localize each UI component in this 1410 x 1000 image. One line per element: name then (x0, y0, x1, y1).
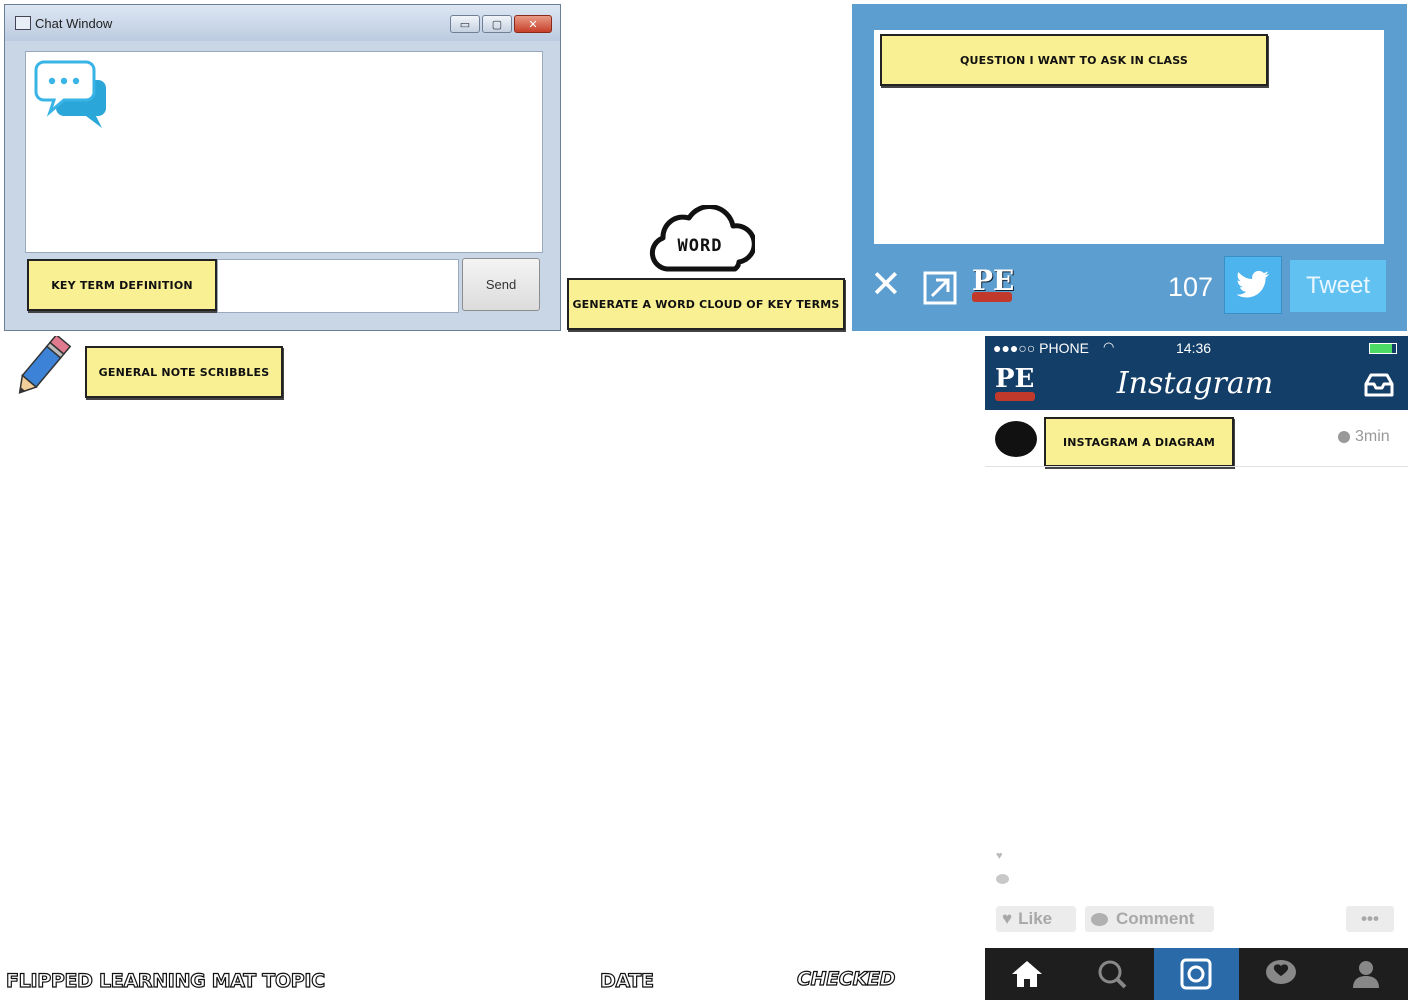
heart-icon: ♥ (1002, 909, 1013, 928)
pe-logo: PE (972, 264, 1014, 308)
nav-activity[interactable] (1239, 948, 1324, 1000)
phone-status-bar: ●●●○○ PHONE ◠ 14:36 (985, 336, 1408, 360)
like-button[interactable]: ♥ Like (996, 906, 1076, 932)
carrier-label: ●●●○○ PHONE (993, 340, 1089, 356)
tweet-character-count: 107 (1168, 272, 1214, 302)
inbox-icon[interactable] (1363, 372, 1395, 398)
instagram-panel: ●●●○○ PHONE ◠ 14:36 PE Instagram Instagr… (985, 336, 1408, 1000)
close-button[interactable]: ✕ (514, 15, 552, 33)
instagram-post-note: Instagram a diagram (1044, 417, 1234, 467)
tweet-button[interactable]: Tweet (1290, 260, 1386, 312)
bird-icon (1236, 270, 1269, 298)
chat-message-input[interactable] (217, 259, 459, 313)
tweet-text-area[interactable]: Question I want to ask in class (874, 30, 1384, 244)
comments-bubble-icon (996, 874, 1009, 884)
comment-button[interactable]: Comment (1085, 906, 1214, 932)
instagram-brand: Instagram (1116, 366, 1274, 401)
instagram-bottom-nav (985, 948, 1408, 1000)
footer-checked-label: Checked (796, 967, 896, 990)
twitter-bird-icon[interactable] (1224, 256, 1282, 314)
likes-heart-icon: ♥ (996, 850, 1003, 862)
activity-bubble-icon (1266, 960, 1297, 984)
instagram-header: PE Instagram (985, 360, 1408, 410)
home-icon (1012, 961, 1043, 987)
chat-window-title: Chat Window (35, 16, 113, 31)
nav-profile[interactable] (1323, 948, 1408, 1000)
nav-camera[interactable] (1154, 948, 1239, 1000)
pencil-icon (18, 336, 72, 394)
avatar[interactable] (995, 421, 1037, 457)
nav-search[interactable] (1070, 948, 1155, 1000)
post-time: 3min (1355, 428, 1390, 445)
footer-date-label: Date (599, 969, 654, 992)
camera-icon (1180, 958, 1212, 990)
word-cloud-note: Generate a word cloud of key terms (567, 278, 845, 330)
send-button[interactable]: Send (462, 258, 540, 311)
chat-window: Chat Window ▭ ▢ ✕ Key term definition Se… (4, 4, 561, 331)
chat-title-bar: Chat Window ▭ ▢ ✕ (5, 5, 560, 41)
chat-bubbles-icon (34, 60, 106, 128)
clock-icon (1338, 431, 1350, 443)
maximize-button[interactable]: ▢ (482, 15, 512, 33)
comment-label: Comment (1116, 909, 1195, 928)
wifi-icon: ◠ (1103, 339, 1115, 354)
tweet-panel: Question I want to ask in class ✕ PE 107… (852, 4, 1407, 331)
profile-icon (1352, 961, 1379, 988)
chat-message-area[interactable] (25, 51, 543, 253)
status-time: 14:36 (1176, 340, 1212, 356)
key-term-note: Key term definition (27, 259, 217, 311)
expand-icon[interactable] (922, 270, 958, 306)
comment-icon (1091, 912, 1108, 926)
pe-logo-small: PE (995, 364, 1035, 404)
footer-topic-label: Flipped Learning Mat Topic (5, 969, 325, 992)
more-options-button[interactable]: ••• (1346, 906, 1394, 932)
like-label: Like (1018, 909, 1053, 928)
search-icon (1098, 960, 1127, 989)
general-notes-note: General note scribbles (85, 346, 283, 398)
post-divider (985, 466, 1408, 467)
pe-logo-small-text: PE (995, 364, 1035, 394)
nav-home[interactable] (985, 948, 1070, 1000)
close-icon[interactable]: ✕ (870, 266, 902, 304)
question-note: Question I want to ask in class (880, 34, 1268, 86)
window-app-icon (15, 16, 31, 30)
battery-icon (1369, 343, 1397, 354)
cloud-word: WORD (677, 236, 723, 256)
minimize-button[interactable]: ▭ (450, 15, 480, 33)
pe-logo-banner (972, 292, 1012, 302)
